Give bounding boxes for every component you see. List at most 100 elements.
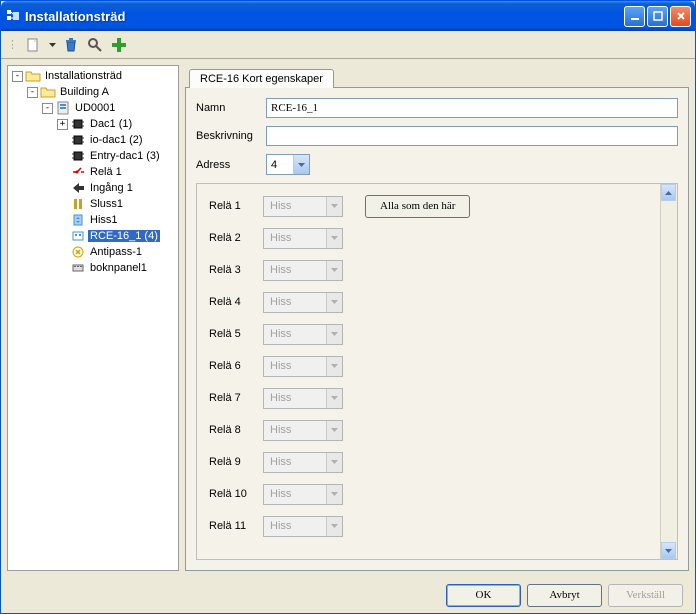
new-item-icon[interactable] — [24, 36, 42, 54]
tree-label[interactable]: Sluss1 — [88, 198, 125, 210]
tree-label[interactable]: Hiss1 — [88, 214, 120, 226]
tree-toggle-icon[interactable]: - — [42, 103, 53, 114]
board-icon — [55, 100, 71, 116]
input-icon — [70, 180, 86, 196]
scrollbar[interactable] — [660, 184, 677, 559]
tree-node[interactable]: Entry-dac1 (3) — [10, 148, 176, 164]
chevron-down-icon[interactable] — [293, 155, 309, 174]
tree-label[interactable]: io-dac1 (2) — [88, 134, 145, 146]
tree-label[interactable]: Building A — [58, 86, 111, 98]
relay-label: Relä 1 — [209, 200, 253, 212]
tree-toggle-icon[interactable]: + — [57, 119, 68, 130]
chevron-down-icon[interactable] — [326, 453, 342, 472]
tree-label[interactable]: Antipass-1 — [88, 246, 144, 258]
relay-label: Relä 5 — [209, 328, 253, 340]
tree-toggle-icon — [57, 135, 68, 146]
apply-button[interactable]: Verkställ — [608, 584, 683, 607]
relay-type-combo[interactable]: Hiss — [263, 388, 343, 409]
dialog-footer: OK Avbryt Verkställ — [1, 577, 695, 613]
chevron-down-icon[interactable] — [326, 485, 342, 504]
scroll-up-icon[interactable] — [661, 184, 676, 201]
antipass-icon — [70, 244, 86, 260]
minimize-button[interactable] — [624, 6, 645, 27]
tree-toggle-icon — [57, 199, 68, 210]
address-combo[interactable]: 4 — [266, 154, 310, 175]
tree-node[interactable]: RCE-16_1 (4) — [10, 228, 176, 244]
chevron-down-icon[interactable] — [326, 197, 342, 216]
tree-node[interactable]: Ingång 1 — [10, 180, 176, 196]
tree-panel[interactable]: -Installationsträd-Building A-UD0001+Dac… — [7, 65, 179, 571]
chevron-down-icon[interactable] — [326, 517, 342, 536]
tree-node[interactable]: - Building A — [10, 84, 176, 100]
trash-icon[interactable] — [62, 36, 80, 54]
tree-label[interactable]: Relä 1 — [88, 166, 124, 178]
relay-label: Relä 3 — [209, 264, 253, 276]
gate-icon — [70, 196, 86, 212]
window-title: Installationsträd — [25, 9, 624, 24]
tree-toggle-icon — [57, 231, 68, 242]
tree-toggle-icon — [57, 247, 68, 258]
tree-label[interactable]: UD0001 — [73, 102, 117, 114]
tree-node[interactable]: Hiss1 — [10, 212, 176, 228]
tree-toggle-icon — [57, 151, 68, 162]
scroll-down-icon[interactable] — [661, 542, 676, 559]
close-button[interactable] — [670, 6, 691, 27]
chevron-down-icon[interactable] — [326, 421, 342, 440]
plus-icon[interactable] — [110, 36, 128, 54]
tree-label[interactable]: RCE-16_1 (4) — [88, 230, 160, 242]
tab-strip: RCE-16 Kort egenskaper — [185, 65, 689, 87]
app-icon — [5, 8, 21, 24]
relay-type-combo[interactable]: Hiss — [263, 356, 343, 377]
relay-type-combo[interactable]: Hiss — [263, 228, 343, 249]
tree-node[interactable]: - UD0001 — [10, 100, 176, 116]
dropdown-arrow-icon[interactable] — [48, 36, 56, 54]
relay-type-combo[interactable]: Hiss — [263, 420, 343, 441]
chevron-down-icon[interactable] — [326, 229, 342, 248]
tree-label[interactable]: Entry-dac1 (3) — [88, 150, 162, 162]
relay-type-combo[interactable]: Hiss — [263, 260, 343, 281]
address-label: Adress — [196, 159, 260, 171]
relay-type-combo[interactable]: Hiss — [263, 484, 343, 505]
chevron-down-icon[interactable] — [326, 261, 342, 280]
name-input[interactable] — [266, 98, 678, 118]
tree-node[interactable]: Sluss1 — [10, 196, 176, 212]
relay-type-combo[interactable]: Hiss — [263, 324, 343, 345]
relay-type-value: Hiss — [264, 264, 326, 276]
tree-toggle-icon[interactable]: - — [27, 87, 38, 98]
tree-label[interactable]: Dac1 (1) — [88, 118, 134, 130]
apply-all-button[interactable]: Alla som den här — [365, 195, 470, 218]
relay-type-combo[interactable]: Hiss — [263, 452, 343, 473]
properties-panel: RCE-16 Kort egenskaper Namn Beskrivning … — [185, 65, 689, 571]
chip-icon — [70, 116, 86, 132]
tree-node[interactable]: + Dac1 (1) — [10, 116, 176, 132]
chevron-down-icon[interactable] — [326, 325, 342, 344]
ok-button[interactable]: OK — [446, 584, 521, 607]
tree-toggle-icon — [57, 167, 68, 178]
chevron-down-icon[interactable] — [326, 357, 342, 376]
relay-row: Relä 10Hiss — [209, 482, 648, 506]
tree-toggle-icon[interactable]: - — [12, 71, 23, 82]
tree-node[interactable]: io-dac1 (2) — [10, 132, 176, 148]
relay-row: Relä 2Hiss — [209, 226, 648, 250]
tree-node[interactable]: Antipass-1 — [10, 244, 176, 260]
relay-row: Relä 7Hiss — [209, 386, 648, 410]
maximize-button[interactable] — [647, 6, 668, 27]
tree-node[interactable]: Relä 1 — [10, 164, 176, 180]
tree-node[interactable]: - Installationsträd — [10, 68, 176, 84]
chevron-down-icon[interactable] — [326, 389, 342, 408]
chevron-down-icon[interactable] — [326, 293, 342, 312]
relay-row: Relä 5 Hiss — [209, 322, 648, 346]
cancel-button[interactable]: Avbryt — [527, 584, 602, 607]
tree-toggle-icon — [57, 183, 68, 194]
magnifier-icon[interactable] — [86, 36, 104, 54]
description-input[interactable] — [266, 126, 678, 146]
tree-node[interactable]: boknpanel1 — [10, 260, 176, 276]
relay-type-combo[interactable]: Hiss — [263, 292, 343, 313]
relay-type-combo[interactable]: Hiss — [263, 516, 343, 537]
tree-label[interactable]: boknpanel1 — [88, 262, 149, 274]
relay-label: Relä 8 — [209, 424, 253, 436]
tree-label[interactable]: Installationsträd — [43, 70, 124, 82]
tree-label[interactable]: Ingång 1 — [88, 182, 135, 194]
relay-type-combo[interactable]: Hiss — [263, 196, 343, 217]
tab-properties[interactable]: RCE-16 Kort egenskaper — [189, 69, 334, 88]
